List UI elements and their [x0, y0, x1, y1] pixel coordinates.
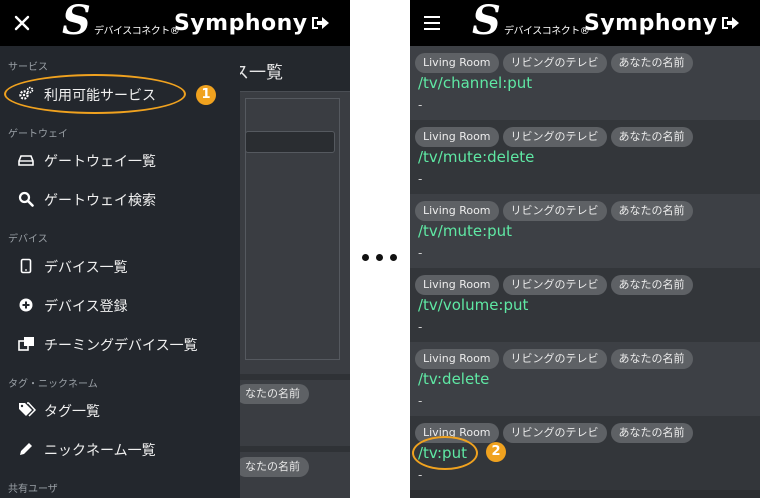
logo-mark: S	[472, 0, 501, 44]
section-title-tags-nicknames: タグ・ニックネーム	[8, 379, 98, 390]
api-path[interactable]: /tv/volume:put	[418, 296, 528, 314]
row-value: -	[418, 320, 423, 334]
background-chip: なたの名前	[236, 457, 309, 477]
logout-icon[interactable]	[710, 0, 750, 46]
brand-logo: S デバイスコネクト® Symphony	[472, 0, 717, 46]
api-path[interactable]: /tv/channel:put	[418, 74, 532, 92]
ellipsis-separator	[360, 254, 400, 264]
device-chip[interactable]: リビングのテレビ	[502, 127, 607, 147]
chip-group: Living Room リビングのテレビ あなたの名前	[415, 125, 697, 147]
tablet-icon	[18, 258, 34, 274]
menu-item-label: デバイス一覧	[44, 260, 128, 276]
section-title-services: サービス	[8, 62, 48, 73]
app-header: S デバイスコネクト® Symphony	[0, 0, 350, 46]
user-chip[interactable]: あなたの名前	[610, 423, 693, 443]
row-value: -	[418, 172, 423, 186]
service-row[interactable]: Living Room リビングのテレビ あなたの名前 /tv/channel:pu…	[410, 46, 760, 120]
app-header: S デバイスコネクト® Symphony	[410, 0, 760, 46]
highlight-ring-1	[4, 74, 186, 114]
location-chip[interactable]: Living Room	[415, 201, 499, 221]
menu-item-label: ニックネーム一覧	[44, 443, 156, 459]
logo-mark: S	[62, 0, 91, 44]
chip-group: Living Room リビングのテレビ あなたの名前	[415, 199, 697, 221]
background-divider	[240, 446, 350, 452]
device-chip[interactable]: リビングのテレビ	[502, 53, 607, 73]
pencil-icon	[18, 441, 34, 457]
device-chip[interactable]: リビングのテレビ	[502, 349, 607, 369]
chip-group: Living Room リビングのテレビ あなたの名前	[415, 51, 697, 73]
hamburger-menu-icon[interactable]	[412, 0, 452, 46]
logout-icon[interactable]	[300, 0, 340, 46]
highlight-ring-2	[412, 436, 478, 470]
brand-english: Symphony	[584, 11, 718, 36]
clone-icon	[18, 336, 34, 352]
service-row[interactable]: Living Room リビングのテレビ あなたの名前 /tv:delete -	[410, 342, 760, 416]
service-row[interactable]: Living Room リビングのテレビ あなたの名前 /tv/mute:delet…	[410, 120, 760, 194]
menu-item-tag-list[interactable]: タグ一覧	[0, 395, 240, 425]
hdd-icon	[18, 152, 34, 168]
chip-group: Living Room リビングのテレビ あなたの名前	[415, 347, 697, 369]
location-chip[interactable]: Living Room	[415, 275, 499, 295]
chip-group: Living Room リビングのテレビ あなたの名前	[415, 273, 697, 295]
api-path[interactable]: /tv/mute:put	[418, 222, 512, 240]
callout-badge-1: 1	[196, 85, 216, 105]
user-chip[interactable]: あなたの名前	[610, 53, 693, 73]
menu-item-label: ゲートウェイ検索	[44, 193, 156, 209]
plus-circle-icon	[18, 297, 34, 313]
menu-item-label: デバイス登録	[44, 299, 128, 315]
search-icon	[18, 191, 34, 207]
brand-logo: S デバイスコネクト® Symphony	[62, 0, 307, 46]
menu-item-gateway-search[interactable]: ゲートウェイ検索	[0, 184, 240, 214]
service-row[interactable]: Living Room リビングのテレビ あなたの名前 /tv/volume:put…	[410, 268, 760, 342]
section-title-devices: デバイス	[8, 234, 48, 245]
row-value: -	[418, 98, 423, 112]
menu-item-label: ゲートウェイ一覧	[44, 154, 156, 170]
user-chip[interactable]: あなたの名前	[610, 349, 693, 369]
user-chip[interactable]: あなたの名前	[610, 201, 693, 221]
menu-item-gateway-list[interactable]: ゲートウェイ一覧	[0, 145, 240, 175]
background-search-input	[245, 131, 335, 153]
service-row[interactable]: Living Room リビングのテレビ あなたの名前 /tv/mute:put -	[410, 194, 760, 268]
section-title-shared-users: 共有ユーザ	[8, 484, 58, 495]
row-value: -	[418, 394, 423, 408]
location-chip[interactable]: Living Room	[415, 53, 499, 73]
close-icon[interactable]	[2, 0, 42, 46]
device-chip[interactable]: リビングのテレビ	[502, 201, 607, 221]
api-path[interactable]: /tv/mute:delete	[418, 148, 534, 166]
location-chip[interactable]: Living Room	[415, 349, 499, 369]
brand-japanese: デバイスコネクト®	[504, 26, 590, 37]
navigation-drawer: サービス 利用可能サービス ゲートウェイ ゲートウェイ一覧 ゲートウェイ検索 デ…	[0, 46, 240, 498]
row-value: -	[418, 246, 423, 260]
tags-icon	[18, 402, 37, 418]
api-path[interactable]: /tv:delete	[418, 370, 489, 388]
menu-item-label: タグ一覧	[44, 404, 100, 420]
device-chip[interactable]: リビングのテレビ	[502, 423, 607, 443]
section-title-gateway: ゲートウェイ	[8, 129, 68, 140]
background-chip: なたの名前	[236, 384, 309, 404]
menu-item-label: チーミングデバイス一覧	[44, 338, 198, 354]
callout-badge-2: 2	[486, 442, 506, 462]
location-chip[interactable]: Living Room	[415, 127, 499, 147]
menu-item-teaming-device-list[interactable]: チーミングデバイス一覧	[0, 329, 240, 359]
device-chip[interactable]: リビングのテレビ	[502, 275, 607, 295]
menu-item-device-register[interactable]: デバイス登録	[0, 290, 240, 320]
menu-item-nickname-list[interactable]: ニックネーム一覧	[0, 434, 240, 464]
brand-english: Symphony	[174, 11, 308, 36]
user-chip[interactable]: あなたの名前	[610, 275, 693, 295]
left-screen: ス一覧 なたの名前 なたの名前 S デバイスコネクト® Symphony サービ…	[0, 0, 350, 498]
brand-japanese: デバイスコネクト®	[94, 26, 180, 37]
row-value: -	[418, 468, 423, 482]
menu-item-device-list[interactable]: デバイス一覧	[0, 251, 240, 281]
background-divider	[240, 374, 350, 380]
user-chip[interactable]: あなたの名前	[610, 127, 693, 147]
right-screen: S デバイスコネクト® Symphony Living Room リビングのテレビ…	[410, 0, 760, 498]
